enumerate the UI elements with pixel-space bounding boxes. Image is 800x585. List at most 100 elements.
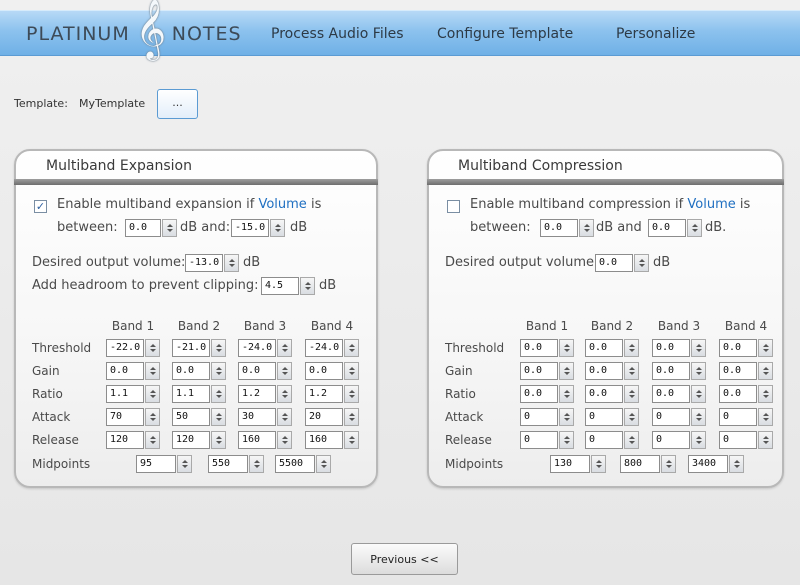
compression-midpoint-3-input[interactable]: 3400 — [688, 455, 728, 473]
spin-arrows-icon[interactable] — [758, 408, 773, 426]
expansion-gain-band4-input[interactable]: 0.0 — [305, 362, 343, 380]
expansion-release-band3-input[interactable]: 160 — [238, 431, 276, 449]
expansion-volume-link[interactable]: Volume — [258, 197, 306, 212]
spin-arrows-icon[interactable] — [277, 408, 292, 426]
expansion-attack-band3-stepper[interactable]: 30 — [238, 408, 292, 426]
spin-arrows-icon[interactable] — [211, 431, 226, 449]
expansion-ratio-band1-input[interactable]: 1.1 — [106, 385, 144, 403]
spin-arrows-icon[interactable] — [162, 219, 177, 237]
spin-arrows-icon[interactable] — [344, 431, 359, 449]
expansion-gain-band2-input[interactable]: 0.0 — [172, 362, 210, 380]
expansion-release-band2-stepper[interactable]: 120 — [172, 431, 226, 449]
expansion-ratio-band2-input[interactable]: 1.1 — [172, 385, 210, 403]
compression-ratio-band3-input[interactable]: 0.0 — [652, 385, 690, 403]
expansion-desired-input[interactable]: -13.0 — [185, 254, 223, 272]
spin-arrows-icon[interactable] — [211, 362, 226, 380]
spin-arrows-icon[interactable] — [634, 254, 649, 272]
compression-threshold-band4-input[interactable]: 0.0 — [719, 339, 757, 357]
spin-arrows-icon[interactable] — [559, 385, 574, 403]
spin-arrows-icon[interactable] — [224, 254, 239, 272]
spin-arrows-icon[interactable] — [145, 339, 160, 357]
spin-arrows-icon[interactable] — [277, 385, 292, 403]
expansion-release-band1-stepper[interactable]: 120 — [106, 431, 160, 449]
spin-arrows-icon[interactable] — [687, 219, 702, 237]
compression-threshold-band2-input[interactable]: 0.0 — [585, 339, 623, 357]
compression-attack-band3-input[interactable]: 0 — [652, 408, 690, 426]
expansion-high-stepper[interactable]: -15.0 — [231, 219, 285, 237]
spin-arrows-icon[interactable] — [624, 362, 639, 380]
compression-desired-input[interactable]: 0.0 — [595, 254, 633, 272]
expansion-high-input[interactable]: -15.0 — [231, 219, 269, 237]
spin-arrows-icon[interactable] — [624, 408, 639, 426]
spin-arrows-icon[interactable] — [758, 431, 773, 449]
spin-arrows-icon[interactable] — [277, 431, 292, 449]
compression-attack-band1-stepper[interactable]: 0 — [520, 408, 574, 426]
expansion-gain-band2-stepper[interactable]: 0.0 — [172, 362, 226, 380]
compression-gain-band1-stepper[interactable]: 0.0 — [520, 362, 574, 380]
expansion-gain-band1-stepper[interactable]: 0.0 — [106, 362, 160, 380]
expansion-threshold-band2-stepper[interactable]: -21.0 — [172, 339, 226, 357]
compression-release-band2-input[interactable]: 0 — [585, 431, 623, 449]
compression-gain-band2-input[interactable]: 0.0 — [585, 362, 623, 380]
expansion-headroom-input[interactable]: 4.5 — [261, 277, 299, 295]
expansion-threshold-band1-input[interactable]: -22.0 — [106, 339, 144, 357]
compression-high-stepper[interactable]: 0.0 — [648, 219, 702, 237]
compression-gain-band1-input[interactable]: 0.0 — [520, 362, 558, 380]
expansion-release-band4-input[interactable]: 160 — [305, 431, 343, 449]
compression-attack-band4-stepper[interactable]: 0 — [719, 408, 773, 426]
compression-midpoint-2-input[interactable]: 800 — [620, 455, 660, 473]
compression-attack-band2-stepper[interactable]: 0 — [585, 408, 639, 426]
compression-threshold-band3-stepper[interactable]: 0.0 — [652, 339, 706, 357]
compression-threshold-band1-input[interactable]: 0.0 — [520, 339, 558, 357]
expansion-midpoint-2-stepper[interactable]: 550 — [208, 455, 264, 473]
spin-arrows-icon[interactable] — [559, 362, 574, 380]
spin-arrows-icon[interactable] — [316, 455, 331, 473]
compression-release-band2-stepper[interactable]: 0 — [585, 431, 639, 449]
expansion-headroom-stepper[interactable]: 4.5 — [261, 277, 315, 295]
spin-arrows-icon[interactable] — [691, 385, 706, 403]
expansion-ratio-band2-stepper[interactable]: 1.1 — [172, 385, 226, 403]
compression-threshold-band1-stepper[interactable]: 0.0 — [520, 339, 574, 357]
expansion-midpoint-1-input[interactable]: 95 — [136, 455, 176, 473]
compression-ratio-band1-input[interactable]: 0.0 — [520, 385, 558, 403]
compression-ratio-band2-stepper[interactable]: 0.0 — [585, 385, 639, 403]
expansion-midpoint-2-input[interactable]: 550 — [208, 455, 248, 473]
compression-desired-stepper[interactable]: 0.0 — [595, 254, 649, 272]
expansion-attack-band2-stepper[interactable]: 50 — [172, 408, 226, 426]
spin-arrows-icon[interactable] — [691, 339, 706, 357]
compression-release-band4-input[interactable]: 0 — [719, 431, 757, 449]
expansion-release-band4-stepper[interactable]: 160 — [305, 431, 359, 449]
compression-gain-band3-input[interactable]: 0.0 — [652, 362, 690, 380]
spin-arrows-icon[interactable] — [277, 362, 292, 380]
spin-arrows-icon[interactable] — [559, 339, 574, 357]
compression-enable-checkbox[interactable] — [447, 200, 460, 213]
compression-attack-band1-input[interactable]: 0 — [520, 408, 558, 426]
nav-configure-template[interactable]: Configure Template — [437, 11, 573, 57]
spin-arrows-icon[interactable] — [691, 362, 706, 380]
compression-ratio-band4-stepper[interactable]: 0.0 — [719, 385, 773, 403]
compression-ratio-band4-input[interactable]: 0.0 — [719, 385, 757, 403]
compression-gain-band3-stepper[interactable]: 0.0 — [652, 362, 706, 380]
previous-button[interactable]: Previous << — [351, 543, 458, 575]
expansion-threshold-band3-input[interactable]: -24.0 — [238, 339, 276, 357]
compression-attack-band4-input[interactable]: 0 — [719, 408, 757, 426]
expansion-attack-band2-input[interactable]: 50 — [172, 408, 210, 426]
spin-arrows-icon[interactable] — [300, 277, 315, 295]
compression-low-stepper[interactable]: 0.0 — [540, 219, 594, 237]
compression-midpoint-1-stepper[interactable]: 130 — [550, 455, 606, 473]
spin-arrows-icon[interactable] — [729, 455, 744, 473]
compression-release-band4-stepper[interactable]: 0 — [719, 431, 773, 449]
compression-attack-band3-stepper[interactable]: 0 — [652, 408, 706, 426]
spin-arrows-icon[interactable] — [344, 339, 359, 357]
expansion-gain-band4-stepper[interactable]: 0.0 — [305, 362, 359, 380]
compression-gain-band2-stepper[interactable]: 0.0 — [585, 362, 639, 380]
expansion-attack-band3-input[interactable]: 30 — [238, 408, 276, 426]
spin-arrows-icon[interactable] — [691, 408, 706, 426]
compression-ratio-band1-stepper[interactable]: 0.0 — [520, 385, 574, 403]
expansion-midpoint-3-stepper[interactable]: 5500 — [275, 455, 331, 473]
spin-arrows-icon[interactable] — [145, 431, 160, 449]
spin-arrows-icon[interactable] — [758, 385, 773, 403]
compression-release-band3-input[interactable]: 0 — [652, 431, 690, 449]
spin-arrows-icon[interactable] — [344, 385, 359, 403]
compression-threshold-band2-stepper[interactable]: 0.0 — [585, 339, 639, 357]
